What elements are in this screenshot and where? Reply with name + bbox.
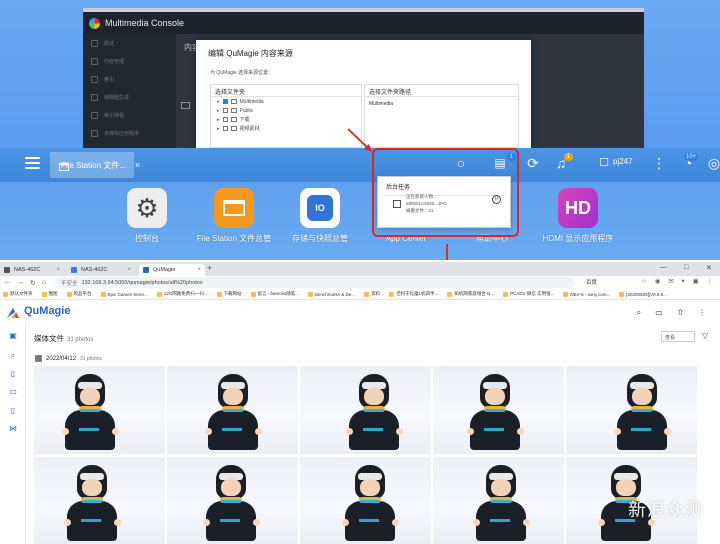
date-group-header: 2022/04/12 31 photos	[35, 355, 102, 362]
qumagie-logo-icon	[7, 308, 19, 318]
folder-icon	[389, 291, 395, 297]
folder-icon	[100, 291, 106, 297]
close-icon[interactable]: ×	[197, 267, 201, 273]
nas-favicon-icon	[71, 267, 77, 273]
filter-icon[interactable]: ▽	[702, 331, 708, 340]
extension-icons[interactable]: ☆ ◉ ✉ ▾ ▣ ⋮	[641, 277, 716, 285]
folder-icon	[364, 291, 370, 297]
photos-icon[interactable]: ▣	[8, 331, 18, 341]
folder-icon	[250, 291, 256, 297]
folder-icon	[563, 291, 569, 297]
screenshot-root: Multimedia Console 概述 内容管理 索引 缩略图生成 索引排程…	[0, 0, 720, 544]
folder-icon	[447, 291, 453, 297]
bookmark[interactable]: 下载网站	[216, 291, 242, 297]
album-icon[interactable]: ▯	[8, 369, 18, 379]
photo-thumbnail[interactable]	[566, 366, 697, 454]
address-bar[interactable]: 不安全 192.168.3.94:5000/qumagie/photos/all…	[55, 277, 575, 288]
bookmark[interactable]: PCADV 微信 实用值...	[503, 291, 554, 297]
browser-tab-strip: NAS-462C × NAS-462C × QuMagie × + — □ ✕	[0, 262, 720, 276]
app-logo-text: QuMagie	[24, 305, 71, 317]
bookmark[interactable]: 如机网家庭组合 N...	[447, 291, 494, 297]
back-icon[interactable]: ←	[4, 279, 11, 286]
bookmarks-bar: 默认文件夹 圈图 购品平台 Epic Games Store... 12G网路免…	[0, 289, 720, 300]
photo-subject	[465, 366, 525, 454]
browser-tab-active[interactable]: QuMagie ×	[139, 264, 205, 276]
share-icon[interactable]: ⋈	[8, 424, 18, 434]
maximize-icon[interactable]: □	[684, 264, 688, 271]
qumagie-sidebar: ▣ ⌕ ▯ ▭ ▯ ⋈	[0, 324, 26, 544]
nas-favicon-icon	[4, 267, 10, 273]
folder-icon	[503, 291, 509, 297]
photo-grid	[34, 366, 700, 544]
home-icon[interactable]: ⌂	[42, 279, 46, 286]
page-title: 媒体文件 31 photos	[34, 334, 94, 343]
bookmark[interactable]: 12G网路免费扫一扫...	[156, 291, 208, 297]
browser-tab[interactable]: NAS-462C ×	[67, 264, 135, 276]
photo-subject	[203, 366, 263, 454]
address-row: ← → ↻ ⌂ 不安全 192.168.3.94:5000/qumagie/ph…	[0, 276, 720, 289]
not-secure-label: 不安全	[61, 280, 78, 287]
forward-icon[interactable]: →	[17, 279, 24, 286]
photo-thumbnail[interactable]	[433, 366, 564, 454]
bookmark[interactable]: 留言 - bamovs随笔...	[250, 291, 299, 297]
bookmark[interactable]: 圈图	[41, 291, 58, 297]
qumagie-favicon-icon	[143, 267, 149, 273]
photo-subject	[340, 457, 400, 544]
photo-thumbnail[interactable]	[34, 366, 165, 454]
folder-icon	[216, 291, 222, 297]
browser-tab[interactable]: NAS-462C ×	[0, 264, 64, 276]
photo-subject	[62, 457, 122, 544]
qumagie-header: QuMagie ⌕ ▭ ⇧ ⋮	[0, 302, 720, 324]
close-icon[interactable]: ×	[127, 267, 131, 273]
browser-window: NAS-462C × NAS-462C × QuMagie × + — □ ✕ ← →…	[0, 262, 720, 544]
folder-icon	[3, 291, 8, 297]
bookmark[interactable]: 购品平台	[66, 291, 92, 297]
photo-subject	[201, 457, 261, 544]
url-text: 192.168.3.94:5000/qumagie/photos/all%20p…	[81, 279, 203, 286]
search-icon[interactable]: ⌕	[8, 351, 18, 361]
bookmark[interactable]: 佳利于化蕴1机四手...	[389, 291, 438, 297]
bookmark[interactable]: NEX-5 - sony.com...	[563, 291, 610, 297]
header-action-icons[interactable]: ⌕ ▭ ⇧ ⋮	[637, 308, 712, 318]
photo-subject	[344, 366, 404, 454]
bookmark[interactable]: [20200505][V0.9.8...	[619, 291, 667, 297]
view-select[interactable]: 查看	[661, 331, 695, 342]
bookmark[interactable]: Benchmarks & De...	[308, 291, 355, 297]
photo-thumbnail[interactable]	[433, 457, 564, 544]
photo-thumbnail[interactable]	[167, 366, 298, 454]
folder-icon	[156, 291, 162, 297]
photo-thumbnail[interactable]	[167, 457, 298, 544]
photo-subject	[612, 366, 672, 454]
close-icon[interactable]: ×	[56, 267, 60, 273]
minimize-icon[interactable]: —	[660, 264, 667, 271]
photo-subject	[60, 366, 120, 454]
folder-icon	[308, 291, 314, 297]
photo-thumbnail[interactable]	[34, 457, 165, 544]
photo-subject	[471, 457, 531, 544]
search-engine-label[interactable]: 百度	[586, 278, 597, 286]
folder-icon	[66, 291, 72, 297]
select-all-checkbox[interactable]	[35, 355, 42, 362]
device-icon[interactable]: ▯	[8, 406, 18, 416]
new-tab-icon[interactable]: +	[207, 263, 212, 273]
photo-thumbnail[interactable]	[300, 366, 431, 454]
folder-icon[interactable]: ▭	[8, 387, 18, 397]
bookmark[interactable]: 默认文件夹	[3, 291, 33, 297]
photo-thumbnail[interactable]	[300, 457, 431, 544]
folder-icon	[41, 291, 47, 297]
close-window-icon[interactable]: ✕	[706, 264, 712, 272]
watermark: 新浪众测	[628, 500, 704, 521]
reload-icon[interactable]: ↻	[30, 279, 36, 287]
bookmark[interactable]: 资料	[364, 291, 380, 297]
bookmark[interactable]: Epic Games Store...	[100, 291, 148, 297]
folder-icon	[619, 291, 625, 297]
